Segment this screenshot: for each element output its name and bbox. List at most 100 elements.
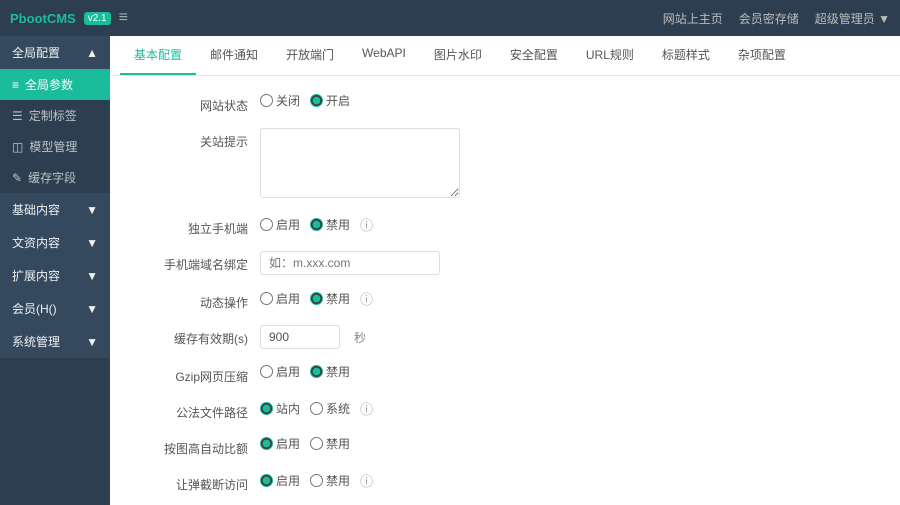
nav-member-link[interactable]: 会员密存储 xyxy=(739,10,799,27)
form-row-gzip: Gzip网页压缩 启用 禁用 xyxy=(130,363,880,385)
sidebar-item-model-manage-label: 模型管理 xyxy=(29,138,77,155)
tabs-bar: 基本配置 邮件通知 开放端门 WebAPI 图片水印 安全配置 URL规则 标题… xyxy=(110,36,900,76)
radio-dynamic-off[interactable]: 禁用 xyxy=(310,290,350,307)
nav-website-link[interactable]: 网站上主页 xyxy=(663,10,723,27)
model-icon: ◫ xyxy=(12,140,23,154)
nav-admin-link[interactable]: 超级管理员 ▼ xyxy=(815,10,890,27)
header-left: PbootCMS v2.1 ≡ xyxy=(10,9,128,27)
radio-mobile-off[interactable]: 禁用 xyxy=(310,216,350,233)
tab-security[interactable]: 安全配置 xyxy=(496,36,572,75)
member-label: 会员(H() xyxy=(12,300,57,317)
sidebar-group-member-title[interactable]: 会员(H() ▼ xyxy=(0,292,110,325)
control-block-access: 启用 禁用 ⓘ xyxy=(260,471,880,490)
form-row-close-hint: 关站提示 xyxy=(130,128,880,201)
tab-email-notify[interactable]: 邮件通知 xyxy=(196,36,272,75)
sidebar-group-system-title[interactable]: 系统管理 ▼ xyxy=(0,325,110,358)
sidebar: 全局配置 ▲ ≡ 全局参数 ☰ 定制标签 ◫ 模型管理 ✎ 缓存字段 基础内容 xyxy=(0,36,110,505)
form-row-mobile: 独立手机端 启用 禁用 ⓘ xyxy=(130,215,880,237)
control-mobile: 启用 禁用 ⓘ xyxy=(260,215,880,234)
sidebar-group-global-title[interactable]: 全局配置 ▲ xyxy=(0,36,110,69)
radio-status-open[interactable]: 开启 xyxy=(310,92,350,109)
radio-block-off[interactable]: 禁用 xyxy=(310,472,350,489)
hint-filepath-icon: ⓘ xyxy=(360,399,373,418)
control-site-status: 关闭 开启 xyxy=(260,92,880,109)
sidebar-item-model-manage[interactable]: ◫ 模型管理 xyxy=(0,131,110,162)
form-row-dynamic: 动态操作 启用 禁用 ⓘ xyxy=(130,289,880,311)
sidebar-group-basic: 基础内容 ▼ xyxy=(0,193,110,226)
radio-ratio-off[interactable]: 禁用 xyxy=(310,435,350,452)
tab-webapi[interactable]: WebAPI xyxy=(348,36,420,75)
mobile-domain-input[interactable] xyxy=(260,251,440,275)
cache-icon: ✎ xyxy=(12,171,22,185)
content: 基本配置 邮件通知 开放端门 WebAPI 图片水印 安全配置 URL规则 标题… xyxy=(110,36,900,505)
sidebar-group-global: 全局配置 ▲ ≡ 全局参数 ☰ 定制标签 ◫ 模型管理 ✎ 缓存字段 xyxy=(0,36,110,193)
tab-basic-config[interactable]: 基本配置 xyxy=(120,36,196,75)
ext-content-label: 扩展内容 xyxy=(12,267,60,284)
form-row-auto-ratio: 按图高自动比额 启用 禁用 xyxy=(130,435,880,457)
main-layout: 全局配置 ▲ ≡ 全局参数 ☰ 定制标签 ◫ 模型管理 ✎ 缓存字段 基础内容 xyxy=(0,36,900,505)
sidebar-item-global-params[interactable]: ≡ 全局参数 xyxy=(0,69,110,100)
label-close-hint: 关站提示 xyxy=(130,128,260,150)
params-icon: ≡ xyxy=(12,78,19,92)
sidebar-group-ext: 扩展内容 ▼ xyxy=(0,259,110,292)
control-gzip: 启用 禁用 xyxy=(260,363,880,380)
label-gzip: Gzip网页压缩 xyxy=(130,363,260,385)
control-close-hint xyxy=(260,128,880,201)
label-site-status: 网站状态 xyxy=(130,92,260,114)
form-row-block-access: 让弹截断访问 启用 禁用 ⓘ xyxy=(130,471,880,493)
label-block-access: 让弹截断访问 xyxy=(130,471,260,493)
cache-expire-input[interactable] xyxy=(260,325,340,349)
radio-status-close[interactable]: 关闭 xyxy=(260,92,300,109)
control-cache-expire: 秒 xyxy=(260,325,880,349)
radio-gzip-on[interactable]: 启用 xyxy=(260,363,300,380)
header-logo: PbootCMS xyxy=(10,11,76,26)
radio-file-system[interactable]: 系统 xyxy=(310,400,350,417)
sidebar-item-cache-field[interactable]: ✎ 缓存字段 xyxy=(0,162,110,193)
chevron-down-icon-system: ▼ xyxy=(86,335,98,349)
chevron-up-icon: ▲ xyxy=(86,46,98,60)
sidebar-group-ext-title[interactable]: 扩展内容 ▼ xyxy=(0,259,110,292)
form-row-cache-expire: 缓存有效期(s) 秒 xyxy=(130,325,880,349)
label-dynamic: 动态操作 xyxy=(130,289,260,311)
tab-image-watermark[interactable]: 图片水印 xyxy=(420,36,496,75)
form-row-file-path: 公法文件路径 站内 系统 ⓘ xyxy=(130,399,880,421)
chevron-down-icon-basic: ▼ xyxy=(86,203,98,217)
tab-open-api[interactable]: 开放端门 xyxy=(272,36,348,75)
radio-file-inside[interactable]: 站内 xyxy=(260,400,300,417)
radio-mobile-on[interactable]: 启用 xyxy=(260,216,300,233)
tab-misc-config[interactable]: 杂项配置 xyxy=(724,36,800,75)
header-right: 网站上主页 会员密存储 超级管理员 ▼ xyxy=(663,10,890,27)
sidebar-item-cache-field-label: 缓存字段 xyxy=(28,169,76,186)
hint-mobile-icon: ⓘ xyxy=(360,215,373,234)
label-file-path: 公法文件路径 xyxy=(130,399,260,421)
sidebar-group-system: 系统管理 ▼ xyxy=(0,325,110,358)
chevron-down-icon-ext: ▼ xyxy=(86,269,98,283)
system-label: 系统管理 xyxy=(12,333,60,350)
form-row-mobile-domain: 手机端域名绑定 xyxy=(130,251,880,275)
radio-ratio-on[interactable]: 启用 xyxy=(260,435,300,452)
control-mobile-domain xyxy=(260,251,880,275)
sidebar-group-doc: 文资内容 ▼ xyxy=(0,226,110,259)
menu-toggle-icon[interactable]: ≡ xyxy=(119,9,128,27)
control-auto-ratio: 启用 禁用 xyxy=(260,435,880,452)
tags-icon: ☰ xyxy=(12,109,23,123)
label-cache-expire: 缓存有效期(s) xyxy=(130,325,260,347)
sidebar-group-basic-title[interactable]: 基础内容 ▼ xyxy=(0,193,110,226)
tab-title-style[interactable]: 标题样式 xyxy=(648,36,724,75)
header: PbootCMS v2.1 ≡ 网站上主页 会员密存储 超级管理员 ▼ xyxy=(0,0,900,36)
tab-url-rule[interactable]: URL规则 xyxy=(572,36,648,75)
unit-seconds: 秒 xyxy=(354,329,366,346)
control-file-path: 站内 系统 ⓘ xyxy=(260,399,880,418)
chevron-down-icon-doc: ▼ xyxy=(86,236,98,250)
radio-block-on[interactable]: 启用 xyxy=(260,472,300,489)
radio-dynamic-on[interactable]: 启用 xyxy=(260,290,300,307)
basic-content-label: 基础内容 xyxy=(12,201,60,218)
label-mobile: 独立手机端 xyxy=(130,215,260,237)
sidebar-group-doc-title[interactable]: 文资内容 ▼ xyxy=(0,226,110,259)
sidebar-item-custom-tags[interactable]: ☰ 定制标签 xyxy=(0,100,110,131)
header-version: v2.1 xyxy=(84,12,111,25)
global-config-label: 全局配置 xyxy=(12,44,60,61)
close-hint-textarea[interactable] xyxy=(260,128,460,198)
sidebar-item-global-params-label: 全局参数 xyxy=(25,76,73,93)
radio-gzip-off[interactable]: 禁用 xyxy=(310,363,350,380)
